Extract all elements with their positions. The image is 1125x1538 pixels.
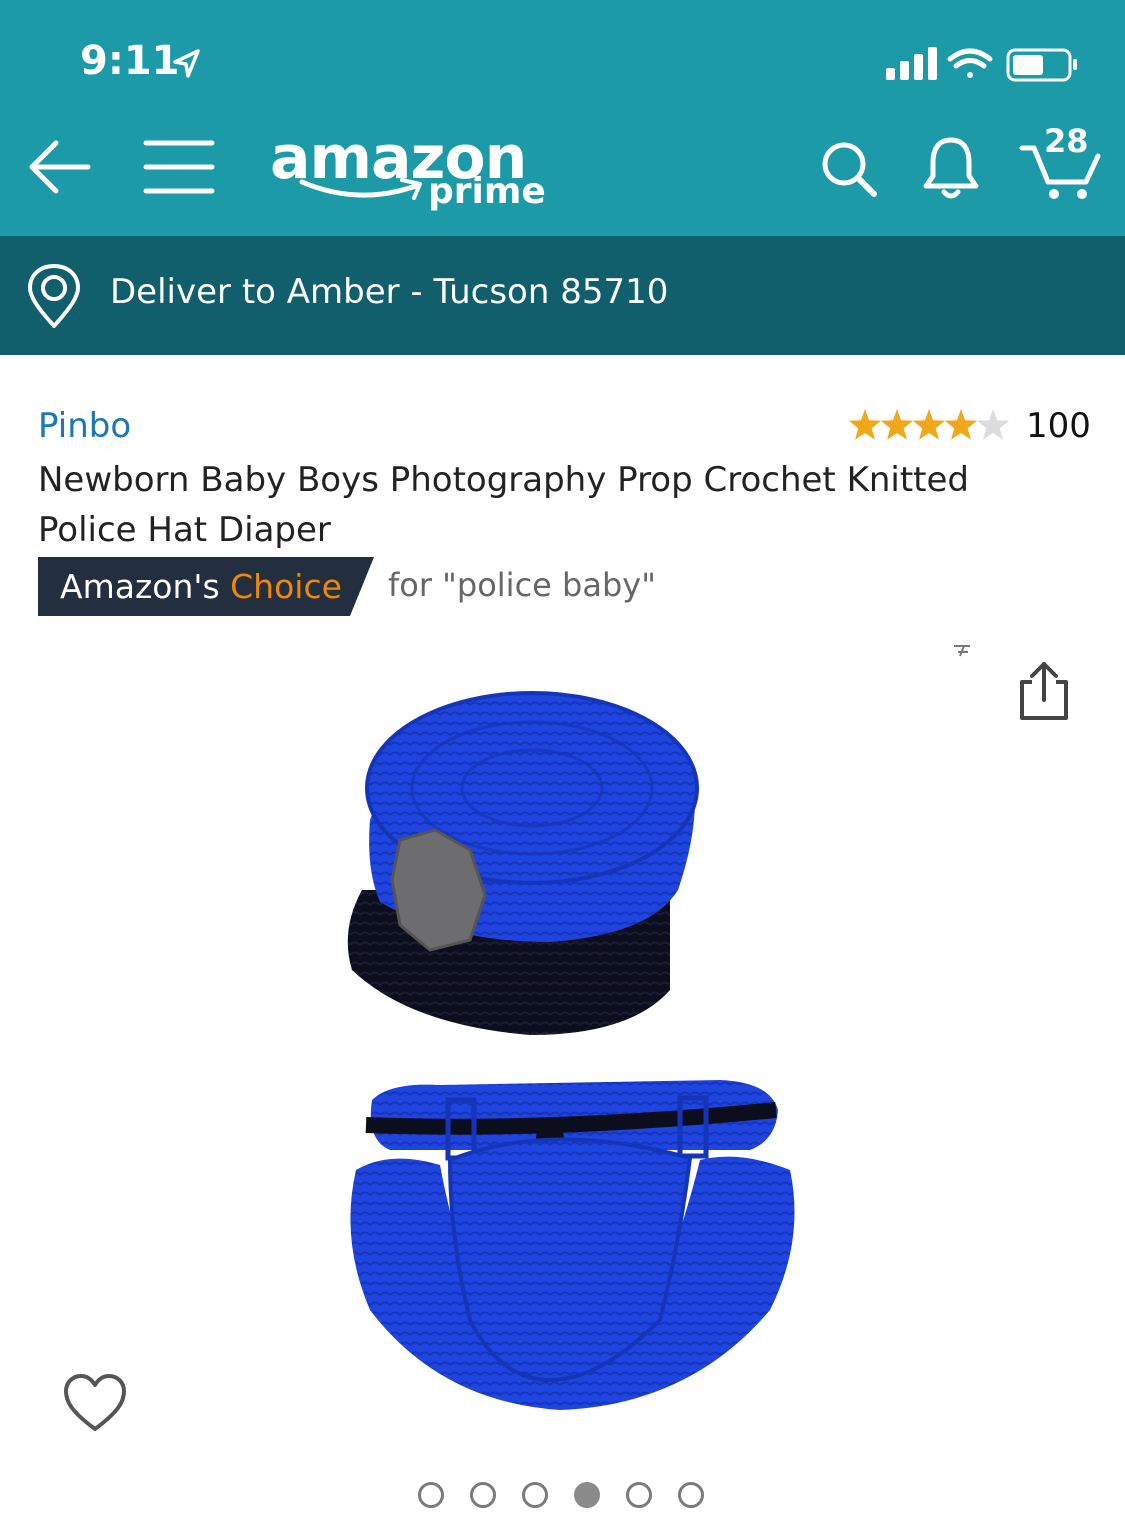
star-empty-icon <box>976 409 1010 440</box>
bell-icon[interactable] <box>920 134 982 202</box>
carousel-dot[interactable] <box>470 1482 496 1508</box>
logo-prime: prime <box>428 171 546 212</box>
carousel-dot[interactable] <box>574 1482 600 1508</box>
brand-link[interactable]: Pinbo <box>38 406 131 446</box>
menu-icon[interactable] <box>142 136 216 198</box>
badge-query: for "police baby" <box>388 566 656 604</box>
back-arrow-icon[interactable] <box>26 134 94 200</box>
badge-choice: Choice <box>230 567 342 606</box>
amazon-prime-logo[interactable]: amazon prime <box>268 118 548 222</box>
cart-count-badge: 28 <box>1044 122 1089 160</box>
deliver-to-text[interactable]: Deliver to Amber - Tucson 85710 <box>110 272 668 312</box>
star-filled-icon <box>848 409 882 440</box>
carousel-indicator <box>418 1482 730 1508</box>
location-services-icon <box>173 49 200 78</box>
carousel-dot[interactable] <box>522 1482 548 1508</box>
status-indicators <box>886 47 1077 82</box>
carousel-dot[interactable] <box>678 1482 704 1508</box>
wifi-icon <box>947 48 993 78</box>
product-title: Newborn Baby Boys Photography Prop Croch… <box>38 460 970 550</box>
image-artifact <box>954 645 970 657</box>
status-time: 9:11 <box>80 38 180 84</box>
carousel-dot[interactable] <box>626 1482 652 1508</box>
share-icon[interactable] <box>1016 660 1072 722</box>
battery-icon <box>1006 48 1077 82</box>
smile-arrow-icon <box>299 178 422 200</box>
star-filled-icon <box>912 409 946 440</box>
signal-icon <box>886 47 937 80</box>
product-image[interactable] <box>300 680 840 1440</box>
star-filled-icon <box>880 409 914 440</box>
search-icon[interactable] <box>818 138 880 200</box>
star-filled-icon <box>944 409 978 440</box>
star-rating[interactable] <box>848 406 1018 446</box>
location-pin-icon <box>28 264 80 328</box>
rating-count[interactable]: 100 <box>1026 406 1091 446</box>
badge-label: Amazon's Choice <box>60 567 342 606</box>
carousel-dot[interactable] <box>418 1482 444 1508</box>
heart-icon[interactable] <box>62 1372 128 1434</box>
